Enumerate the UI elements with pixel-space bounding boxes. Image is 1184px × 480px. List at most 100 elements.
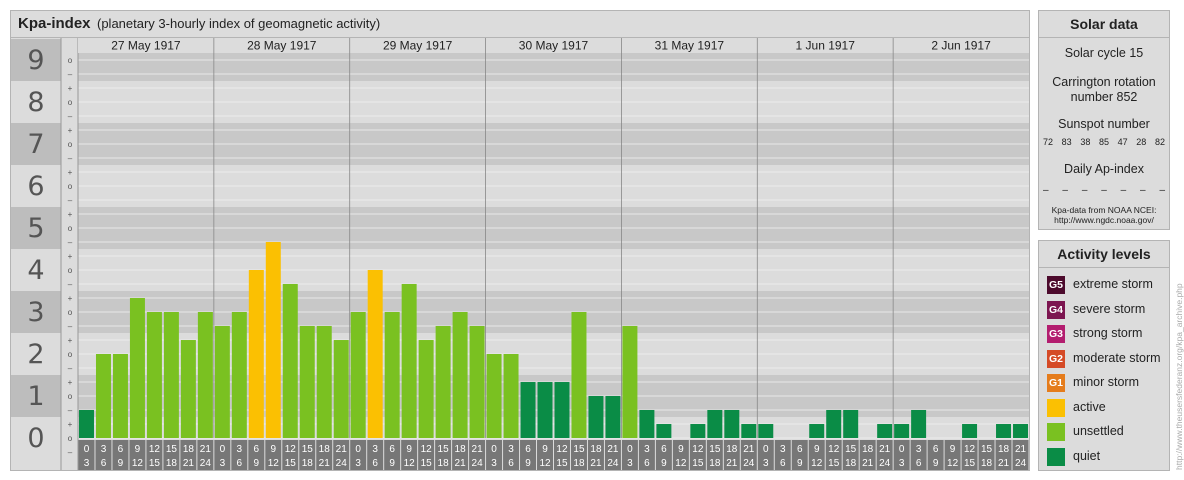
y-subtick-label: o bbox=[68, 182, 73, 191]
kp-bar bbox=[758, 424, 774, 438]
kp-bar bbox=[554, 382, 570, 438]
chart-title: Kpa-index bbox=[18, 15, 91, 32]
hour-start-label: 18 bbox=[455, 444, 467, 455]
kp-bar bbox=[265, 241, 281, 438]
g2-badge-icon: G2 bbox=[1047, 349, 1065, 368]
kp-bar bbox=[95, 354, 111, 438]
kp-bar bbox=[418, 340, 434, 438]
y-subtick-label: + bbox=[68, 252, 73, 261]
hour-end-label: 15 bbox=[828, 458, 840, 469]
hour-start-label: 6 bbox=[525, 444, 531, 455]
kp-bar bbox=[401, 283, 417, 438]
hour-end-label: 18 bbox=[845, 458, 857, 469]
y-subtick-label: – bbox=[68, 70, 73, 79]
y-subtick-label: o bbox=[68, 140, 73, 149]
y-subtick-label: o bbox=[68, 308, 73, 317]
hour-start-label: 15 bbox=[438, 444, 450, 455]
hour-start-label: 18 bbox=[726, 444, 738, 455]
hour-start-label: 18 bbox=[862, 444, 874, 455]
kp-bar bbox=[639, 409, 655, 438]
kp-bar bbox=[724, 409, 740, 438]
y-subtick-label: – bbox=[68, 322, 73, 331]
y-subtick-label: o bbox=[68, 392, 73, 401]
kp-bar bbox=[367, 270, 383, 438]
y-subtick-label: – bbox=[68, 280, 73, 289]
data-source-link[interactable]: http://www.ngdc.noaa.gov/ bbox=[1039, 215, 1169, 225]
kp-bar bbox=[452, 312, 468, 438]
hour-end-label: 15 bbox=[692, 458, 704, 469]
hour-end-label: 15 bbox=[556, 458, 568, 469]
legend-label: strong storm bbox=[1073, 326, 1143, 340]
hour-end-label: 9 bbox=[933, 458, 939, 469]
kp-bar bbox=[248, 270, 264, 438]
carrington-rotation-label: Carrington rotation bbox=[1052, 75, 1156, 89]
ap-value: – bbox=[1159, 185, 1165, 196]
kp-bar bbox=[894, 424, 910, 438]
hour-end-label: 24 bbox=[336, 458, 348, 469]
y-tick-label: 0 bbox=[27, 423, 44, 454]
hour-start-label: 12 bbox=[556, 444, 568, 455]
hour-start-label: 12 bbox=[964, 444, 976, 455]
kpa-chart-panel: 0 + o – 1 + o – 2 + o – 3 + o – 4 + o – 5 + o – 6 + o – 7 + o – 8 + o – 9 o – 2… bbox=[10, 10, 1030, 471]
y-subtick-label: – bbox=[68, 154, 73, 163]
hour-end-label: 21 bbox=[455, 458, 467, 469]
y-tick-label: 2 bbox=[27, 339, 44, 370]
hour-end-label: 6 bbox=[101, 458, 107, 469]
hour-start-label: 15 bbox=[981, 444, 993, 455]
kp-bar bbox=[656, 424, 672, 438]
y-subtick-label: – bbox=[68, 364, 73, 373]
hour-end-label: 15 bbox=[964, 458, 976, 469]
hour-end-label: 6 bbox=[644, 458, 650, 469]
kp-bar bbox=[486, 354, 502, 438]
y-subtick-label: – bbox=[68, 196, 73, 205]
hour-end-label: 9 bbox=[389, 458, 395, 469]
kp-bar bbox=[741, 424, 757, 438]
y-subtick-label: o bbox=[68, 224, 73, 233]
hour-start-label: 15 bbox=[302, 444, 314, 455]
sunspot-value: 72 bbox=[1043, 137, 1054, 147]
kp-bar bbox=[282, 283, 298, 438]
kp-bar bbox=[112, 354, 128, 438]
activity-levels-panel: Activity levels G5 extreme storm G4 seve… bbox=[1038, 240, 1170, 471]
hour-end-label: 12 bbox=[675, 458, 687, 469]
hour-start-label: 12 bbox=[421, 444, 433, 455]
hour-end-label: 18 bbox=[981, 458, 993, 469]
hour-start-label: 12 bbox=[285, 444, 297, 455]
sunspot-title: Sunspot number bbox=[1058, 117, 1150, 131]
y-subtick-label: + bbox=[68, 336, 73, 345]
kp-bar bbox=[826, 409, 842, 438]
hour-start-label: 21 bbox=[336, 444, 348, 455]
kp-bar bbox=[520, 382, 536, 438]
hour-start-label: 0 bbox=[627, 444, 633, 455]
hour-end-label: 21 bbox=[319, 458, 331, 469]
kp-bar bbox=[384, 312, 400, 438]
sunspot-value: 82 bbox=[1154, 137, 1165, 147]
sunspot-value: 47 bbox=[1117, 137, 1128, 147]
chart-title-bar: Kpa-index (planetary 3-hourly index of g… bbox=[11, 11, 1029, 38]
hour-end-label: 21 bbox=[590, 458, 602, 469]
hour-end-label: 6 bbox=[780, 458, 786, 469]
y-tick-label: 8 bbox=[27, 87, 44, 118]
legend-label: minor storm bbox=[1073, 375, 1139, 389]
legend-label: moderate storm bbox=[1073, 350, 1161, 365]
activity-levels-title: Activity levels bbox=[1039, 241, 1169, 268]
kp-bar bbox=[163, 312, 179, 438]
sunspot-value: 85 bbox=[1098, 137, 1109, 147]
hour-end-label: 24 bbox=[743, 458, 755, 469]
y-subtick-label: + bbox=[68, 294, 73, 303]
legend-label: unsettled bbox=[1073, 424, 1124, 438]
grid-band bbox=[78, 53, 1029, 81]
hour-end-label: 15 bbox=[285, 458, 297, 469]
hour-end-label: 9 bbox=[661, 458, 667, 469]
ap-value: – bbox=[1043, 185, 1049, 196]
y-subtick-label: o bbox=[68, 434, 73, 443]
hour-start-label: 3 bbox=[644, 444, 650, 455]
y-subtick-label: – bbox=[68, 406, 73, 415]
sunspot-values: 72 83 38 85 47 28 82 bbox=[1043, 137, 1165, 147]
kp-bar bbox=[877, 424, 893, 438]
hour-start-label: 3 bbox=[508, 444, 514, 455]
solar-data-title: Solar data bbox=[1039, 11, 1169, 38]
hour-end-label: 21 bbox=[726, 458, 738, 469]
kp-bar bbox=[962, 424, 978, 438]
g5-badge-icon: G5 bbox=[1047, 276, 1065, 294]
